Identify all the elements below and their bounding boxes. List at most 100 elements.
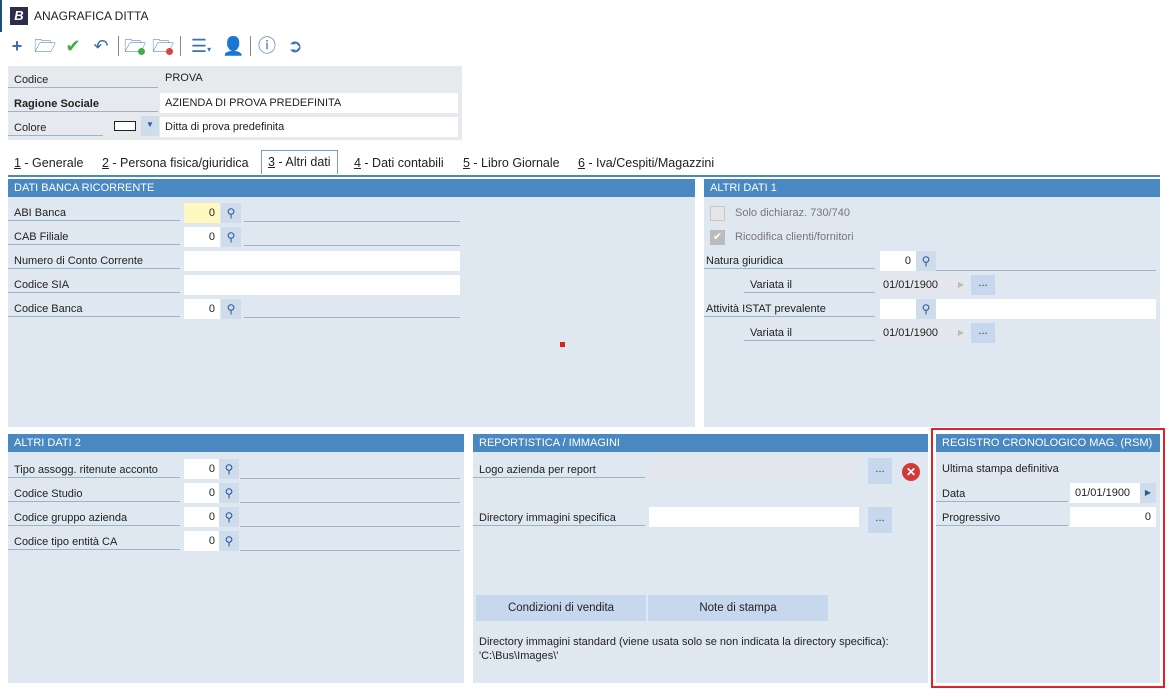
red-marker — [560, 342, 565, 347]
ricodifica-label: Ricodifica clienti/fornitori — [735, 231, 854, 243]
conto-label: Numero di Conto Corrente — [8, 253, 180, 269]
logo-azienda-field — [649, 459, 859, 479]
solo-dichiaraz-label: Solo dichiaraz. 730/740 — [735, 207, 850, 219]
abi-field[interactable]: 0 — [184, 203, 220, 223]
solo-dichiaraz-checkbox[interactable] — [710, 206, 725, 221]
dati-banca-panel: DATI BANCA RICORRENTE ABI Banca 0 ⚲ CAB … — [8, 179, 695, 427]
menu-icon[interactable]: ☰▾ — [186, 35, 216, 57]
cab-description — [244, 245, 460, 246]
ricodifica-checkbox[interactable]: ✔ — [710, 230, 725, 245]
tab-generale[interactable]: 1 - Generale — [8, 152, 89, 174]
help-icon[interactable]: ⓘ — [256, 35, 278, 57]
variata-il-1-field[interactable]: 01/01/1900 ▶ — [880, 275, 968, 295]
codice-banca-field[interactable]: 0 — [184, 299, 220, 319]
cab-label: CAB Filiale — [8, 229, 180, 245]
istat-search-icon[interactable]: ⚲ — [916, 299, 936, 319]
reportistica-title: REPORTISTICA / IMMAGINI — [473, 434, 928, 452]
variata-il-2-label: Variata il — [744, 325, 875, 341]
toolbar-separator — [180, 36, 181, 56]
natura-giuridica-label: Natura giuridica — [704, 253, 875, 269]
exit-icon[interactable]: ➲ — [284, 35, 306, 57]
tab-dati-contabili[interactable]: 4 - Dati contabili — [348, 152, 450, 174]
tipo-assogg-search-icon[interactable]: ⚲ — [219, 459, 239, 479]
undo-icon[interactable]: ↶ — [90, 35, 112, 57]
variata-il-2-field[interactable]: 01/01/1900 ▶ — [880, 323, 968, 343]
tab-libro-giornale[interactable]: 5 - Libro Giornale — [457, 152, 566, 174]
cab-field[interactable]: 0 — [184, 227, 220, 247]
folder-red-icon[interactable]: 🗁 — [152, 35, 174, 57]
clear-logo-icon[interactable]: ✕ — [902, 463, 920, 481]
logo-azienda-label: Logo azienda per report — [473, 462, 645, 478]
tab-underline — [8, 175, 1160, 177]
directory-standard-info: Directory immagini standard (viene usata… — [479, 636, 889, 648]
natura-giuridica-field[interactable]: 0 — [880, 251, 916, 271]
conto-field[interactable] — [184, 251, 460, 271]
variata-il-1-label: Variata il — [744, 277, 875, 293]
folder-open-icon[interactable]: 🗁 — [34, 35, 56, 57]
check-icon[interactable]: ✔ — [62, 35, 84, 57]
codice-tipo-entita-field[interactable]: 0 — [184, 531, 220, 551]
codice-studio-description — [240, 502, 460, 503]
user-icon[interactable]: 👤 — [222, 35, 244, 57]
date-arrow-icon: ▶ — [957, 328, 964, 337]
altri-dati-1-title: ALTRI DATI 1 — [704, 179, 1160, 197]
condizioni-vendita-button[interactable]: Condizioni di vendita — [476, 595, 646, 621]
codice-tipo-entita-description — [240, 550, 460, 551]
altri-dati-2-panel: ALTRI DATI 2 Tipo assogg. ritenute accon… — [8, 434, 464, 683]
istat-description-field — [936, 299, 1156, 319]
codice-tipo-entita-label: Codice tipo entità CA — [8, 534, 180, 550]
color-dropdown-icon[interactable]: ▼ — [141, 116, 159, 136]
reportistica-panel: REPORTISTICA / IMMAGINI Logo azienda per… — [473, 434, 928, 683]
codice-gruppo-search-icon[interactable]: ⚲ — [219, 507, 239, 527]
directory-browse-button[interactable]: ... — [868, 507, 892, 533]
directory-immagini-label: Directory immagini specifica — [473, 510, 645, 526]
cab-search-icon[interactable]: ⚲ — [221, 227, 241, 247]
note-stampa-button[interactable]: Note di stampa — [648, 595, 828, 621]
variata-il-2-button[interactable]: ... — [971, 323, 995, 343]
codice-banca-description — [244, 317, 460, 318]
title-bar: B ANAGRAFICA DITTA — [0, 0, 1175, 32]
codice-studio-search-icon[interactable]: ⚲ — [219, 483, 239, 503]
codice-gruppo-description — [240, 526, 460, 527]
tipo-assogg-description — [240, 478, 460, 479]
highlight-box — [931, 428, 1165, 688]
tab-iva-cespiti-magazzini[interactable]: 6 - Iva/Cespiti/Magazzini — [572, 152, 720, 174]
ragione-sociale-field[interactable]: AZIENDA DI PROVA PREDEFINITA — [160, 93, 458, 113]
toolbar-separator — [118, 36, 119, 56]
istat-field[interactable] — [880, 299, 916, 319]
abi-label: ABI Banca — [8, 205, 180, 221]
date-arrow-icon: ▶ — [957, 280, 964, 289]
codice-studio-field[interactable]: 0 — [184, 483, 220, 503]
sia-field[interactable] — [184, 275, 460, 295]
codice-banca-search-icon[interactable]: ⚲ — [221, 299, 241, 319]
codice-banca-label: Codice Banca — [8, 301, 180, 317]
colore-label: Colore — [8, 120, 103, 136]
altri-dati-2-title: ALTRI DATI 2 — [8, 434, 464, 452]
codice-tipo-entita-search-icon[interactable]: ⚲ — [219, 531, 239, 551]
sia-label: Codice SIA — [8, 277, 180, 293]
folder-green-icon[interactable]: 🗁 — [124, 35, 146, 57]
colore-description-field[interactable]: Ditta di prova predefinita — [160, 117, 458, 137]
directory-standard-path: 'C:\Bus\Images\' — [479, 650, 559, 662]
codice-studio-label: Codice Studio — [8, 486, 180, 502]
plus-icon[interactable]: + — [6, 35, 28, 57]
tab-persona-fisica-giuridica[interactable]: 2 - Persona fisica/giuridica — [96, 152, 255, 174]
natura-search-icon[interactable]: ⚲ — [916, 251, 936, 271]
tipo-assogg-field[interactable]: 0 — [184, 459, 220, 479]
istat-label: Attività ISTAT prevalente — [704, 301, 875, 317]
directory-immagini-field[interactable] — [649, 507, 859, 527]
codice-gruppo-field[interactable]: 0 — [184, 507, 220, 527]
color-swatch — [114, 121, 136, 131]
dati-banca-title: DATI BANCA RICORRENTE — [8, 179, 695, 197]
window-title: ANAGRAFICA DITTA — [34, 9, 149, 23]
tipo-assogg-label: Tipo assogg. ritenute acconto — [8, 462, 180, 478]
abi-search-icon[interactable]: ⚲ — [221, 203, 241, 223]
natura-description — [936, 270, 1156, 271]
codice-gruppo-label: Codice gruppo azienda — [8, 510, 180, 526]
app-logo: B — [10, 7, 28, 25]
variata-il-1-button[interactable]: ... — [971, 275, 995, 295]
tab-altri-dati[interactable]: 3 - Altri dati — [261, 150, 338, 174]
altri-dati-1-panel: ALTRI DATI 1 Solo dichiaraz. 730/740 ✔ R… — [704, 179, 1160, 427]
header-panel: Codice PROVA Ragione Sociale AZIENDA DI … — [8, 66, 462, 140]
logo-browse-button[interactable]: ... — [868, 458, 892, 484]
